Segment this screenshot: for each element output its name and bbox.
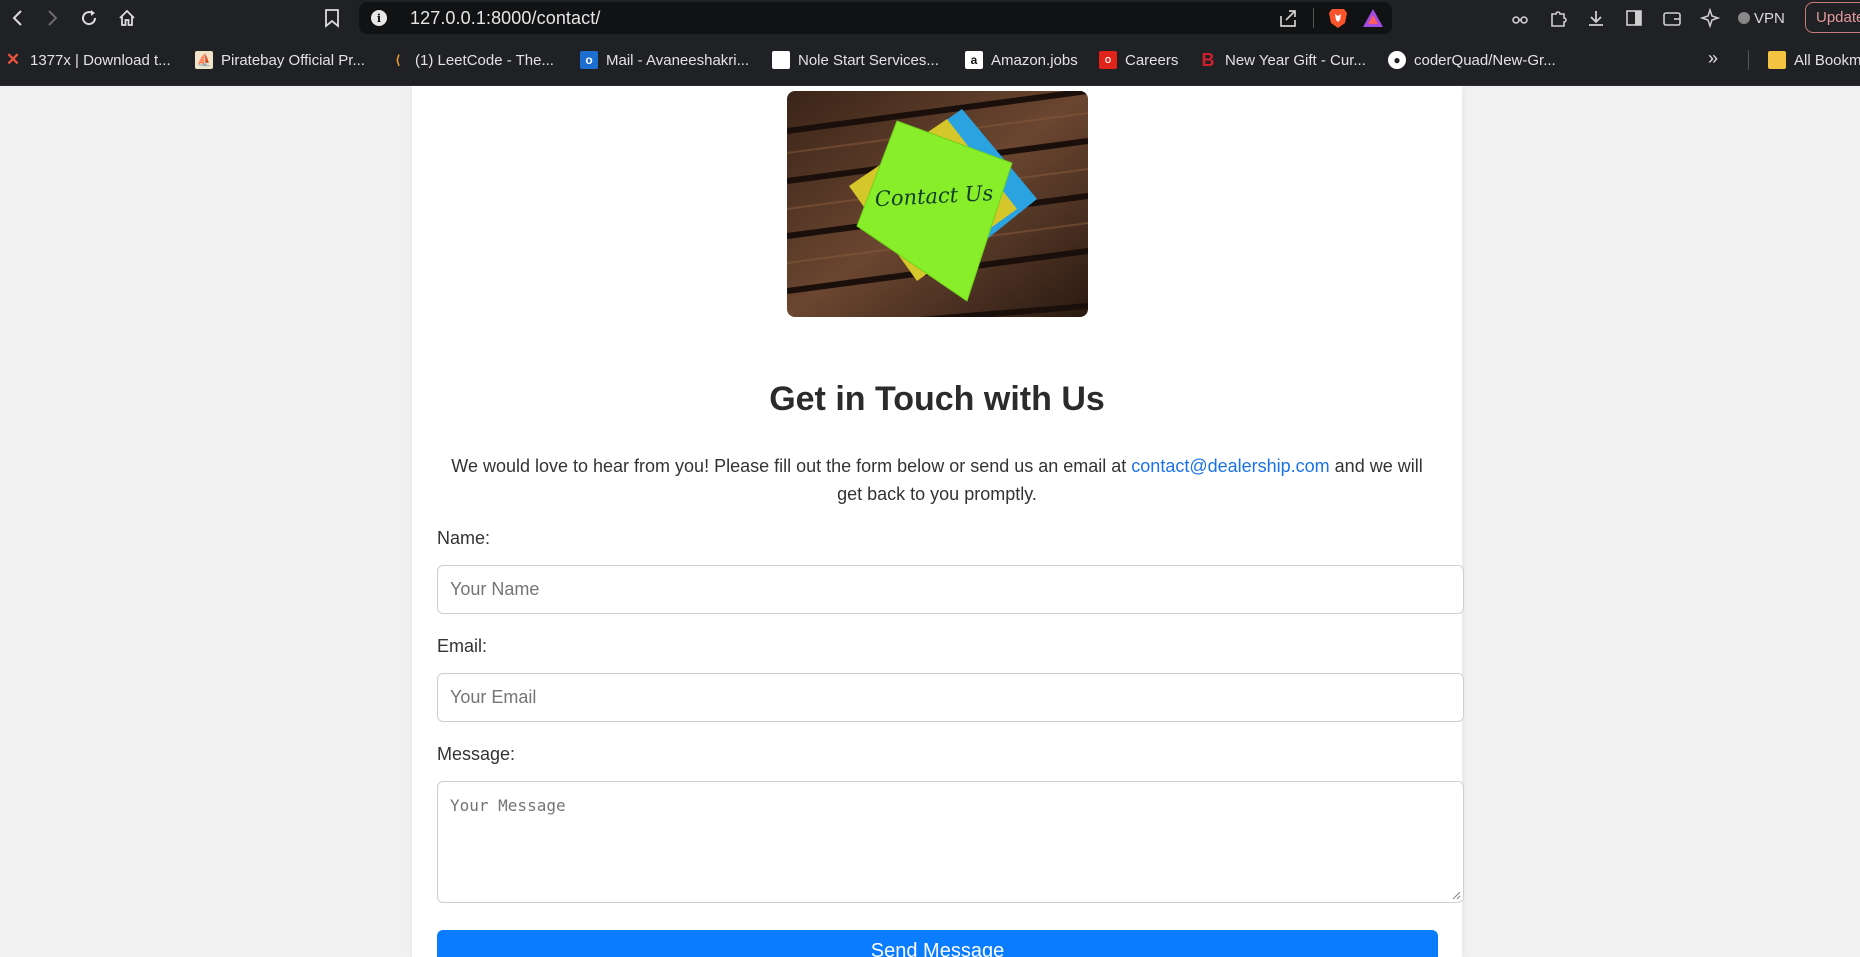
intro-text-start: We would love to hear from you! Please f…	[451, 456, 1132, 476]
bookmark-label: Amazon.jobs	[991, 51, 1078, 69]
leetcode-icon: ⟨	[395, 53, 401, 67]
vpn-label: VPN	[1754, 9, 1785, 27]
browser-toolbar: i 127.0.0.1:8000/contact/ VPN Update	[0, 0, 1860, 36]
b-logo-icon: B	[1201, 49, 1215, 70]
reload-icon[interactable]	[71, 0, 107, 36]
bookmark-label: Piratebay Official Pr...	[221, 51, 365, 69]
site-info-icon[interactable]: i	[371, 10, 387, 26]
name-placeholder: Your Name	[450, 579, 540, 599]
folder-icon	[1768, 51, 1786, 69]
name-label: Name:	[437, 528, 491, 548]
update-button[interactable]: Update	[1805, 2, 1860, 33]
forward-icon[interactable]	[34, 0, 70, 36]
email-label: Email:	[437, 636, 488, 656]
message-placeholder: Your Message	[450, 796, 566, 815]
github-icon: ●	[1388, 51, 1406, 69]
bookmark-item[interactable]: a Amazon.jobs	[965, 48, 1078, 72]
amazon-icon: a	[965, 51, 983, 69]
oracle-icon: O	[1099, 51, 1117, 69]
intro-text: We would love to hear from you! Please f…	[437, 452, 1437, 508]
bookmark-item[interactable]: Nole Start Services...	[772, 48, 939, 72]
email-placeholder: Your Email	[450, 687, 537, 707]
bookmark-label: Careers	[1125, 51, 1179, 69]
vpn-status-icon	[1738, 12, 1750, 24]
brave-shields-icon[interactable]	[1328, 7, 1348, 29]
brave-rewards-icon[interactable]	[1362, 8, 1384, 28]
bookmark-item[interactable]: ⟨ (1) LeetCode - The...	[389, 48, 554, 72]
page-viewport: Contact Us Get in Touch with Us We would…	[0, 86, 1860, 957]
bookmark-label: 1377x | Download t...	[30, 51, 171, 69]
ship-icon: ⛵	[195, 51, 213, 69]
extensions-icon[interactable]	[1548, 8, 1568, 28]
email-input[interactable]: Your Email	[437, 673, 1464, 722]
bookmarks-separator	[1748, 50, 1749, 70]
all-bookmarks-item[interactable]: All Bookm	[1768, 48, 1860, 72]
send-message-button[interactable]: Send Message	[437, 930, 1438, 957]
bookmark-item[interactable]: ✕ 1377x | Download t...	[4, 48, 171, 72]
bookmark-item[interactable]: ⛵ Piratebay Official Pr...	[195, 48, 365, 72]
blank-page-icon	[772, 51, 790, 69]
back-icon[interactable]	[0, 0, 36, 36]
share-icon[interactable]	[1277, 7, 1299, 29]
leo-ai-icon[interactable]	[1510, 8, 1530, 28]
contact-hero-image: Contact Us	[787, 91, 1088, 317]
toolbar-separator	[1313, 8, 1314, 28]
wallet-icon[interactable]	[1662, 8, 1682, 28]
bookmark-item[interactable]: O Careers	[1099, 48, 1178, 72]
resize-grip-icon[interactable]	[1451, 890, 1461, 900]
bookmark-item[interactable]: B New Year Gift - Cur...	[1199, 48, 1366, 72]
message-label: Message:	[437, 744, 516, 764]
contact-card: Contact Us Get in Touch with Us We would…	[412, 86, 1464, 957]
bookmark-label: coderQuad/New-Gr...	[1414, 51, 1556, 69]
bookmark-item[interactable]: ● coderQuad/New-Gr...	[1388, 48, 1556, 72]
url-text: 127.0.0.1:8000/contact/	[410, 7, 601, 28]
x-icon: ✕	[5, 50, 21, 69]
sidebar-icon[interactable]	[1624, 8, 1644, 28]
message-textarea[interactable]: Your Message	[437, 781, 1464, 903]
page-title: Get in Touch with Us	[769, 380, 1105, 418]
vpn-button[interactable]: VPN	[1738, 10, 1785, 27]
address-bar[interactable]: i 127.0.0.1:8000/contact/	[359, 2, 1392, 34]
download-icon[interactable]	[1586, 8, 1606, 28]
sparkle-icon[interactable]	[1700, 8, 1720, 28]
bookmark-label: Nole Start Services...	[798, 51, 939, 69]
all-bookmarks-label: All Bookm	[1794, 51, 1860, 69]
email-link[interactable]: contact@dealership.com	[1131, 456, 1329, 476]
more-bookmarks-icon[interactable]: »	[1708, 48, 1718, 69]
outlook-icon: o	[580, 51, 598, 69]
name-input[interactable]: Your Name	[437, 565, 1464, 614]
bookmark-item[interactable]: o Mail - Avaneeshakri...	[580, 48, 749, 72]
bookmark-label: (1) LeetCode - The...	[415, 51, 554, 69]
bookmark-label: Mail - Avaneeshakri...	[606, 51, 750, 69]
bookmark-label: New Year Gift - Cur...	[1225, 51, 1366, 69]
home-icon[interactable]	[109, 0, 145, 36]
bookmark-page-icon[interactable]	[316, 0, 348, 36]
